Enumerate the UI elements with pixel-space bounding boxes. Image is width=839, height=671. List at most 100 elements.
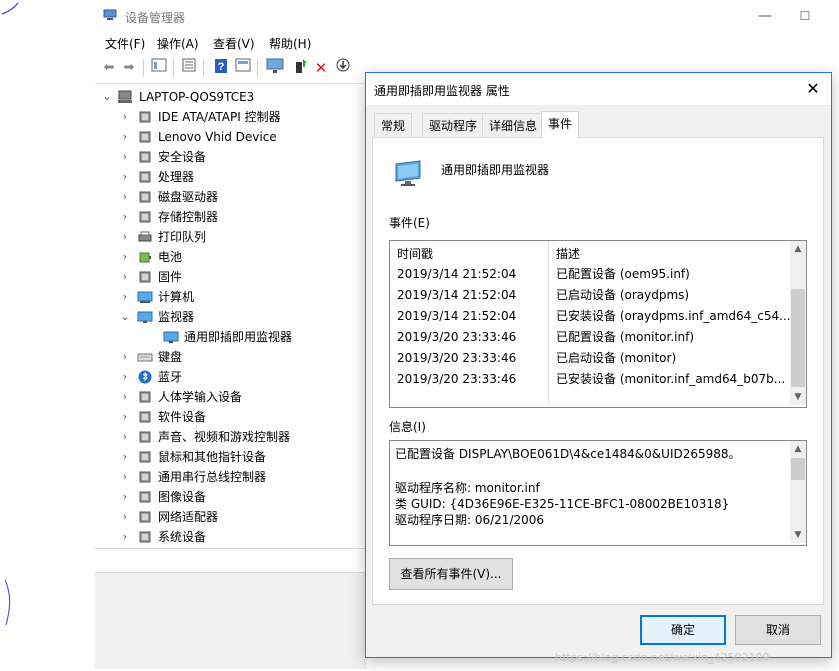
monitor-icon [395,160,421,186]
event-row[interactable]: 2019/3/14 21:52:04 已启动设备 (oraydpms) [390,285,790,306]
scroll-down-icon[interactable]: ▼ [790,527,806,543]
tree-item-label: 通用即插即用监视器 [184,330,293,344]
properties-icon[interactable] [149,58,169,78]
chevron-right-icon[interactable]: › [119,107,131,127]
printer-icon [138,231,152,242]
chevron-right-icon[interactable]: › [119,347,131,367]
chevron-right-icon[interactable]: › [119,187,131,207]
scroll-thumb[interactable] [791,458,805,480]
security-device-icon [139,151,151,163]
menu-view[interactable]: 查看(V) [211,34,257,54]
chevron-right-icon[interactable]: › [119,527,131,547]
view-icon[interactable] [233,58,253,78]
chevron-right-icon[interactable]: › [119,487,131,507]
forward-arrow-icon[interactable]: ➡ [119,58,139,78]
scroll-down-icon[interactable]: ▼ [790,389,806,405]
tree-item-label: 计算机 [158,290,195,304]
tree-item-label: 监视器 [158,310,195,324]
chevron-right-icon[interactable]: › [119,147,131,167]
menu-bar: 文件(F) 操作(A) 查看(V) 帮助(H) [95,34,839,54]
bluetooth-icon [138,370,152,384]
close-button[interactable]: ✕ [802,78,824,100]
tree-item-label: 处理器 [158,170,195,184]
tab-events[interactable]: 事件 [541,111,580,139]
monitor-scan-icon[interactable] [265,58,285,78]
event-row[interactable]: 2019/3/14 21:52:04 已安装设备 (oraydpms.inf_am… [390,306,791,327]
disk-drive-icon [139,191,151,203]
tab-driver[interactable]: 驱动程序 [422,113,485,138]
system-device-icon [139,531,151,543]
chevron-right-icon[interactable]: › [119,367,131,387]
menu-file[interactable]: 文件(F) [103,34,147,54]
toolbar-separator [173,59,174,77]
ide-controller-icon [139,111,151,123]
chevron-right-icon[interactable]: › [119,247,131,267]
tree-item-label: 键盘 [158,350,183,364]
scroll-thumb[interactable] [791,289,805,387]
title-bar[interactable]: 设备管理器 — ☐ [95,0,839,32]
chevron-right-icon[interactable]: › [119,227,131,247]
minimize-button[interactable]: — [755,6,775,26]
scroll-up-icon[interactable]: ▲ [790,441,806,457]
chevron-right-icon[interactable]: › [119,127,131,147]
properties-dialog: 通用即插即用监视器 属性 ✕ 常规 驱动程序 详细信息 事件 通用即插即用监视器… [365,72,832,658]
enable-device-icon[interactable] [291,58,311,78]
chevron-right-icon[interactable]: › [119,507,131,527]
chevron-down-icon[interactable]: ⌄ [119,307,131,327]
chevron-right-icon[interactable]: › [119,407,131,427]
chevron-right-icon[interactable]: › [119,207,131,227]
info-line: 已配置设备 DISPLAY\BOE061D\4&ce1484&0&UID2659… [395,447,741,461]
back-arrow-icon[interactable]: ⬅ [99,58,119,78]
dialog-title-bar[interactable]: 通用即插即用监视器 属性 ✕ [366,73,831,105]
event-row[interactable]: 2019/3/20 23:33:46 已启动设备 (monitor) [390,348,790,369]
tab-general[interactable]: 常规 [374,113,413,138]
event-timestamp: 2019/3/14 21:52:04 [397,288,517,302]
svg-text:?: ? [218,61,225,73]
hid-icon [139,391,151,403]
menu-help[interactable]: 帮助(H) [267,34,313,54]
events-list[interactable]: 时间戳 描述 2019/3/14 21:52:04 已配置设备 (oem95.in… [389,240,807,408]
column-header-timestamp[interactable]: 时间戳 [397,245,433,262]
scroll-up-icon[interactable]: ▲ [790,241,806,257]
tree-item-label: 系统设备 [158,530,207,544]
chevron-right-icon[interactable]: › [119,267,131,287]
toolbar-separator [203,59,204,77]
ink-annotation-stroke [1,2,19,15]
event-description: 已安装设备 (monitor.inf_amd64_b07b... [556,372,786,386]
chevron-right-icon[interactable]: › [119,387,131,407]
info-scrollbar[interactable]: ▲ ▼ [790,441,806,543]
info-text-box[interactable]: 已配置设备 DISPLAY\BOE061D\4&ce1484&0&UID2659… [389,440,807,546]
firmware-icon [139,271,151,283]
info-label: 信息(I) [389,420,426,434]
chevron-right-icon[interactable]: › [119,427,131,447]
tree-item-label: 通用串行总线控制器 [158,470,267,484]
download-icon[interactable] [333,58,353,78]
help-icon[interactable]: ? [211,58,231,78]
chevron-right-icon[interactable]: › [119,467,131,487]
tab-details[interactable]: 详细信息 [482,113,545,138]
window-title: 设备管理器 [125,11,186,25]
lower-panel [95,572,367,669]
ok-button[interactable]: 确定 [640,615,726,645]
device-name: 通用即插即用监视器 [441,163,550,177]
view-all-events-button[interactable]: 查看所有事件(V)... [389,558,513,590]
maximize-button[interactable]: ☐ [795,6,815,26]
update-icon[interactable] [179,58,199,78]
chevron-down-icon[interactable]: ⌄ [101,87,113,107]
event-row[interactable]: 2019/3/20 23:33:46 已安装设备 (monitor.inf_amd… [390,369,790,390]
tree-item-label: 图像设备 [158,490,207,504]
chevron-right-icon[interactable]: › [119,447,131,467]
tree-item-label: 网络适配器 [158,510,219,524]
events-scrollbar[interactable]: ▲ ▼ [790,241,806,405]
column-header-description[interactable]: 描述 [556,245,580,262]
chevron-right-icon[interactable]: › [119,167,131,187]
menu-action[interactable]: 操作(A) [155,34,201,54]
usb-icon [139,471,151,483]
cancel-button[interactable]: 取消 [735,615,821,645]
event-row[interactable]: 2019/3/20 23:33:46 已配置设备 (monitor.inf) [390,327,790,348]
chevron-right-icon[interactable]: › [119,287,131,307]
event-row[interactable]: 2019/3/14 21:52:04 已配置设备 (oem95.inf) [390,264,790,285]
dialog-title: 通用即插即用监视器 属性 [374,84,510,98]
status-bar [95,548,367,571]
uninstall-x-icon[interactable]: ✕ [311,58,331,78]
